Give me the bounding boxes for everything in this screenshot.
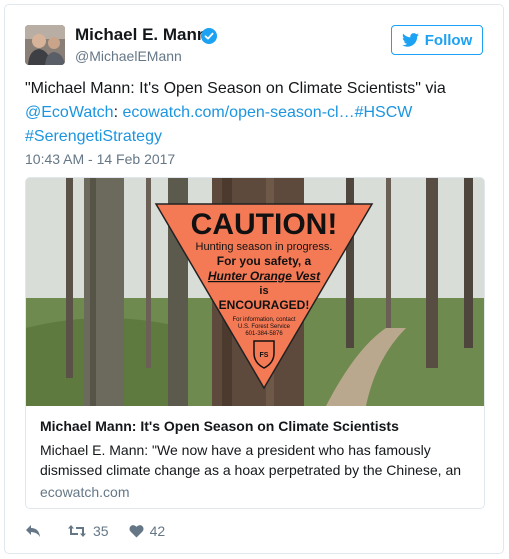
mention-colon: : (113, 104, 119, 121)
tweet-actions: 35 42 (25, 521, 165, 541)
card-domain: ecowatch.com (40, 484, 130, 500)
like-count: 42 (149, 523, 166, 539)
verified-badge-icon (201, 28, 217, 44)
article-url-link[interactable]: ecowatch.com/open-season-cl… (122, 104, 354, 121)
card-title[interactable]: Michael Mann: It's Open Season on Climat… (40, 418, 399, 434)
svg-text:FS: FS (260, 352, 269, 359)
link-card[interactable]: CAUTION! Hunting season in progress. For… (25, 177, 485, 509)
tweet-text: "Michael Mann: It's Open Season on Clima… (25, 77, 485, 149)
sign-small1: For information, contact (232, 317, 295, 323)
reply-button[interactable] (25, 524, 41, 538)
sign-line2: For you safety, a (217, 254, 312, 268)
follow-label: Follow (424, 31, 473, 49)
mention-link[interactable]: @EcoWatch (25, 104, 114, 121)
sign-small2: U.S. Forest Service (238, 324, 291, 330)
tweet-quote: "Michael Mann: It's Open Season on Clima… (25, 80, 446, 97)
sign-line4: is (259, 285, 268, 297)
card-description: Michael E. Mann: "We now have a presiden… (40, 442, 462, 478)
tweet-card: Michael E. Mann @MichaelEMann Follow "Mi… (4, 4, 504, 554)
sign-line5: ENCOURAGED! (219, 298, 310, 312)
sign-small3: 601-384-5876 (245, 331, 283, 337)
author-handle[interactable]: @MichaelEMann (75, 48, 182, 64)
author-name[interactable]: Michael E. Mann (75, 25, 207, 45)
sign-line3: Hunter Orange Vest (208, 269, 321, 283)
hashtag-serengetistrategy[interactable]: #SerengetiStrategy (25, 128, 162, 145)
retweet-count: 35 (93, 523, 109, 539)
hashtag-hscw[interactable]: #HSCW (355, 104, 413, 121)
sign-headline: CAUTION! (191, 208, 338, 241)
sign-line1: Hunting season in progress. (196, 241, 333, 253)
retweet-icon (68, 525, 86, 537)
like-button[interactable]: 42 (129, 523, 166, 539)
reply-icon (26, 525, 40, 537)
twitter-bird-icon (401, 33, 419, 47)
card-image[interactable]: CAUTION! Hunting season in progress. For… (26, 178, 484, 406)
retweet-button[interactable]: 35 (67, 523, 109, 539)
follow-button[interactable]: Follow (391, 25, 483, 55)
avatar[interactable] (25, 25, 65, 65)
tweet-timestamp[interactable]: 10:43 AM - 14 Feb 2017 (25, 151, 175, 167)
heart-icon (129, 525, 144, 538)
